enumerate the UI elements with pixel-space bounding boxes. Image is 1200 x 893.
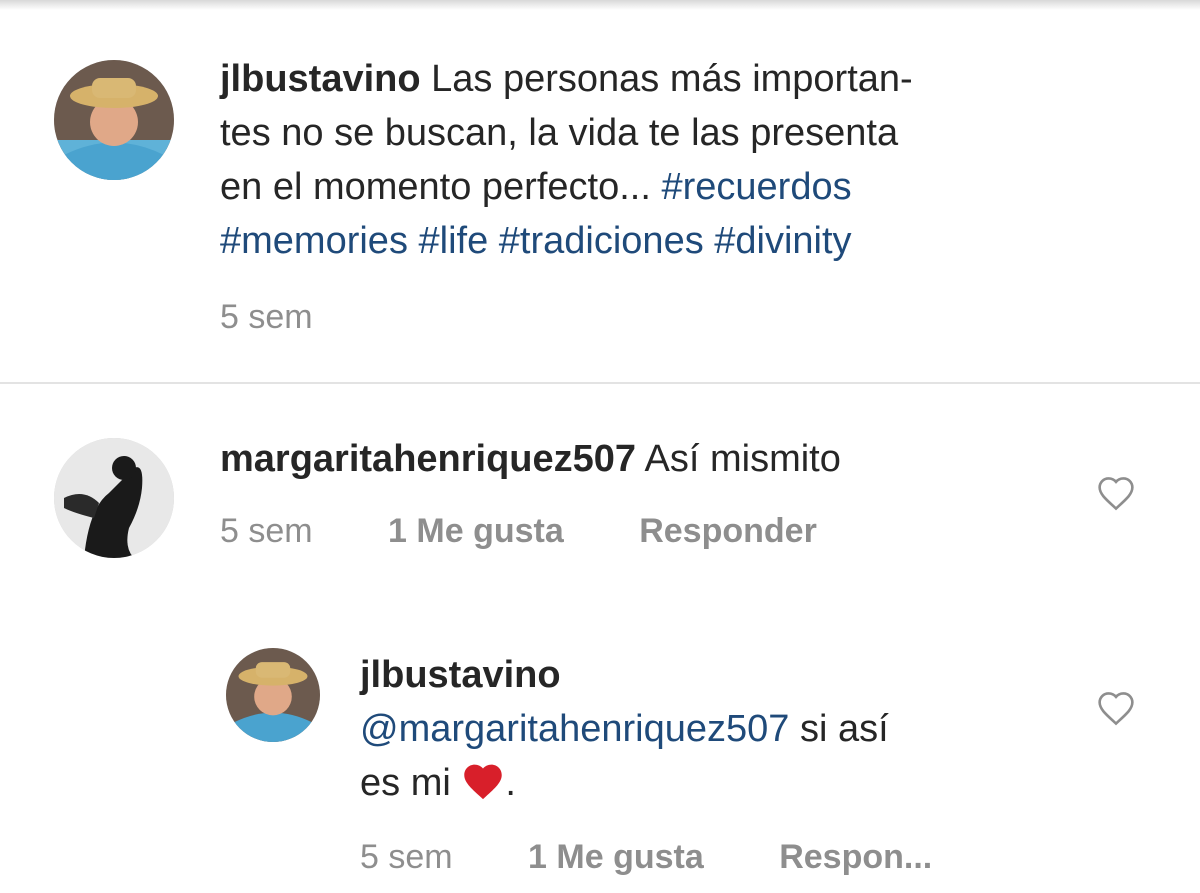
top-edge-shadow bbox=[0, 0, 1200, 10]
comment-reply-button[interactable]: Responder bbox=[639, 512, 817, 551]
reply-time: 5 sem bbox=[360, 838, 453, 876]
caption-time: 5 sem bbox=[220, 298, 313, 336]
hashtag-divinity[interactable]: #divinity bbox=[714, 220, 851, 262]
caption-line-2: tes no se buscan, la vida te las present… bbox=[220, 112, 899, 154]
hashtag-tradiciones[interactable]: #tradiciones bbox=[499, 220, 704, 262]
reply-text: jlbustavino @margaritahenriquez507 si as… bbox=[360, 648, 1060, 810]
reply-body-end: . bbox=[505, 762, 516, 804]
reply-reply-button[interactable]: Respon... bbox=[779, 838, 932, 877]
comment-body: Así mismito bbox=[644, 438, 841, 480]
comment-avatar[interactable] bbox=[54, 438, 174, 558]
red-heart-emoji-icon bbox=[461, 761, 505, 801]
caption-avatar[interactable] bbox=[54, 60, 174, 180]
caption-line-1: Las personas más importan- bbox=[431, 58, 913, 100]
caption-meta: 5 sem bbox=[220, 298, 379, 337]
reply-body-2: es mi bbox=[360, 762, 451, 804]
comment-meta: 5 sem 1 Me gusta Responder bbox=[220, 512, 883, 551]
reply-likes-count[interactable]: 1 Me gusta bbox=[528, 838, 704, 877]
reply-meta: 5 sem 1 Me gusta Respon... bbox=[360, 838, 998, 877]
reply-like-heart-icon[interactable] bbox=[1096, 690, 1136, 726]
caption-username[interactable]: jlbustavino bbox=[220, 58, 421, 100]
reply-avatar[interactable] bbox=[226, 648, 320, 742]
comment-text: margaritahenriquez507 Así mismito bbox=[220, 432, 1080, 486]
comment-like-heart-icon[interactable] bbox=[1096, 475, 1136, 511]
comment-username[interactable]: margaritahenriquez507 bbox=[220, 438, 636, 480]
reply-mention[interactable]: @margaritahenriquez507 bbox=[360, 708, 789, 750]
caption-text: jlbustavino Las personas más importan- t… bbox=[220, 52, 1120, 268]
caption-divider bbox=[0, 382, 1200, 384]
caption-line-3: en el momento perfecto... bbox=[220, 166, 651, 208]
comment-likes-count[interactable]: 1 Me gusta bbox=[388, 512, 564, 551]
hashtag-life[interactable]: #life bbox=[419, 220, 489, 262]
comment-time: 5 sem bbox=[220, 512, 313, 550]
hashtag-recuerdos[interactable]: #recuerdos bbox=[661, 166, 851, 208]
hashtag-memories[interactable]: #memories bbox=[220, 220, 408, 262]
reply-body-1: si así bbox=[799, 708, 889, 750]
reply-username[interactable]: jlbustavino bbox=[360, 654, 561, 696]
